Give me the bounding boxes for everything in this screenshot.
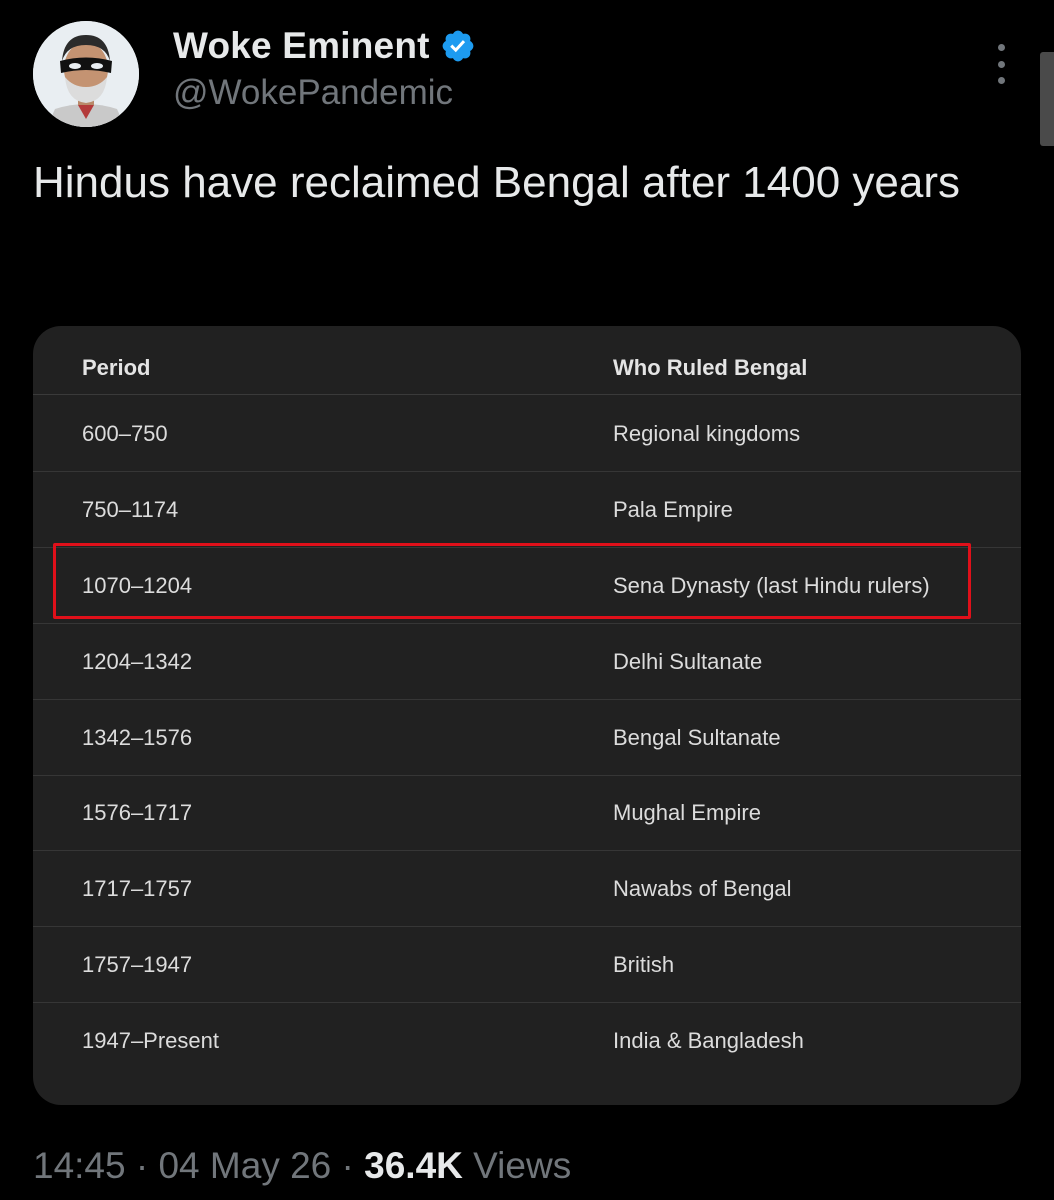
table-row: 1947–Present India & Bangladesh <box>33 1002 1021 1078</box>
table-header-period: Period <box>82 355 151 380</box>
tweet-meta: 14:45 · 04 May 26 · 36.4K Views <box>33 1145 571 1187</box>
table-cell-ruler: Nawabs of Bengal <box>613 876 792 901</box>
table-cell-period: 1757–1947 <box>82 952 193 977</box>
table-cell-period: 750–1174 <box>82 497 179 522</box>
tweet-media-image[interactable]: Period Who Ruled Bengal 600–750 Regional… <box>33 326 1021 1105</box>
tweet-text: Hindus have reclaimed Bengal after 1400 … <box>33 158 960 207</box>
table-cell-period: 1204–1342 <box>82 649 193 674</box>
table-row: 1576–1717 Mughal Empire <box>33 774 1021 851</box>
tweet-date[interactable]: 04 May 26 <box>158 1145 331 1186</box>
table-cell-ruler: Pala Empire <box>613 497 733 522</box>
table-header-row: Period Who Ruled Bengal <box>33 326 1021 395</box>
table-cell-ruler: India & Bangladesh <box>613 1028 804 1053</box>
table-cell-ruler: Regional kingdoms <box>613 421 801 446</box>
masked-man-avatar-icon <box>33 21 139 127</box>
scrollbar-thumb[interactable] <box>1040 52 1054 146</box>
table-cell-ruler: Mughal Empire <box>613 800 761 825</box>
table-cell-period: 1576–1717 <box>82 800 193 825</box>
table-cell-period: 1342–1576 <box>82 725 193 750</box>
avatar[interactable] <box>33 21 139 127</box>
author-display-name[interactable]: Woke Eminent <box>173 25 430 67</box>
table-cell-ruler: Bengal Sultanate <box>613 725 781 750</box>
verified-badge-icon <box>440 28 476 64</box>
table-row: 600–750 Regional kingdoms <box>33 395 1021 472</box>
table-header-ruler: Who Ruled Bengal <box>613 355 808 380</box>
tweet-time[interactable]: 14:45 <box>33 1145 126 1186</box>
meta-separator: · <box>135 1145 149 1186</box>
more-dot <box>997 60 1005 68</box>
table-cell-period: 1947–Present <box>82 1028 219 1053</box>
table-row: 1204–1342 Delhi Sultanate <box>33 623 1021 700</box>
views-count[interactable]: 36.4K <box>364 1145 463 1186</box>
table-cell-period: 600–750 <box>82 421 168 446</box>
table-row: 1717–1757 Nawabs of Bengal <box>33 850 1021 927</box>
table-cell-ruler: British <box>613 952 675 977</box>
views-label: Views <box>473 1145 572 1186</box>
more-dot <box>997 44 1005 51</box>
more-options-icon[interactable] <box>986 44 1016 84</box>
table-row: 750–1174 Pala Empire <box>33 471 1021 548</box>
author-name-row[interactable]: Woke Eminent <box>173 24 476 68</box>
table-cell-ruler: Delhi Sultanate <box>613 649 763 674</box>
table-row: 1757–1947 British <box>33 926 1021 1003</box>
highlight-box <box>53 543 971 619</box>
more-dot <box>997 77 1005 84</box>
table-cell-period: 1717–1757 <box>82 876 193 901</box>
meta-separator: · <box>341 1145 354 1186</box>
table-row: 1342–1576 Bengal Sultanate <box>33 699 1021 776</box>
author-handle[interactable]: @WokePandemic <box>173 73 453 113</box>
